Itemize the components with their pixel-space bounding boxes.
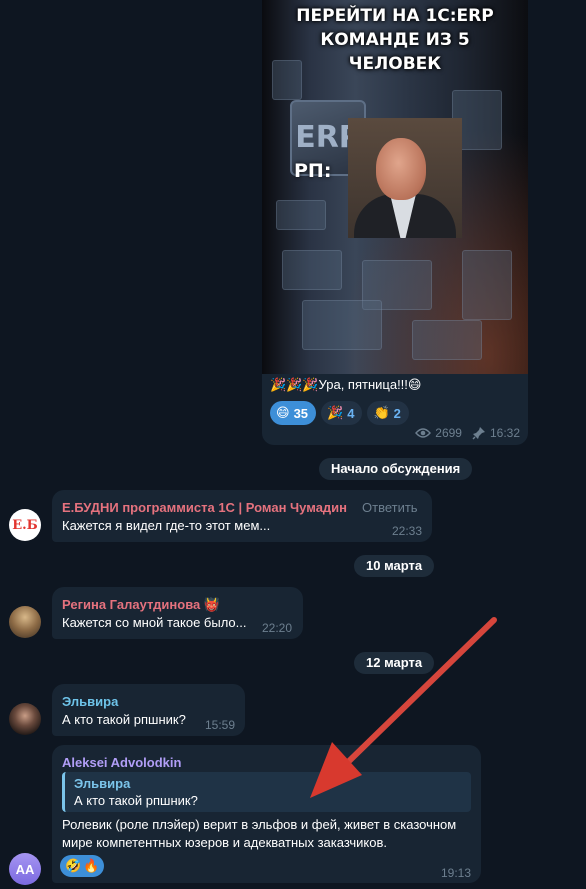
meme-person — [348, 118, 462, 238]
discussion-start-label: Начало обсуждения — [319, 458, 473, 480]
reaction-rofl: 🤣 — [65, 858, 82, 873]
reaction-laugh[interactable]: 😄 35 — [270, 401, 317, 425]
reaction-emoji: 😄 — [276, 405, 290, 420]
avatar[interactable]: Е.Б — [9, 509, 41, 541]
post-meta: 2699 16:32 — [408, 426, 520, 440]
message-text-line: мире компетентных юзеров и адекватных за… — [62, 835, 387, 850]
avatar-initials: AA — [15, 861, 35, 877]
reaction-fire: 🔥 — [83, 858, 100, 873]
post-text: 🎉🎉🎉Ура, пятница!!!😄 — [270, 377, 422, 392]
meme-caption: ПЕРЕЙТИ НА 1С:ERP КОМАНДЕ ИЗ 5 ЧЕЛОВЕК — [296, 6, 494, 74]
avatar[interactable]: AA — [9, 853, 41, 885]
sender-badge-icon: 👹 — [203, 597, 221, 612]
date-separator: 12 марта — [354, 652, 435, 674]
post-reactions: 😄 35 🎉 4 👏 2 — [270, 401, 409, 425]
sender-name: Регина Галаутдинова — [62, 597, 201, 612]
message-text: Кажется я видел где-то этот мем... — [62, 518, 271, 533]
message-bubble[interactable]: Aleksei Advolodkin Эльвира А кто такой р… — [52, 745, 481, 883]
avatar-logo: Е.Б — [12, 517, 38, 533]
message-time: 22:33 — [392, 524, 423, 538]
reply-button[interactable]: Ответить — [362, 500, 418, 515]
pin-icon — [472, 427, 485, 440]
reaction-emoji: 👏 — [373, 405, 390, 420]
meme-image[interactable]: ERP РП: ПЕРЕЙТИ НА 1С:ERP КОМАНДЕ ИЗ 5 Ч… — [262, 0, 528, 374]
message-text: Кажется со мной такое было... — [62, 615, 247, 630]
message-bubble[interactable]: Регина Галаутдинова 👹 Кажется со мной та… — [52, 587, 303, 639]
message-text-line: Ролевик (роле плэйер) верит в эльфов и ф… — [62, 817, 457, 832]
message-sender[interactable]: Aleksei Advolodkin — [62, 755, 181, 770]
reaction-count: 4 — [347, 405, 355, 421]
reaction-emoji: 🎉 — [327, 405, 344, 420]
quote-text: А кто такой рпшник? — [74, 793, 198, 808]
message-text: А кто такой рпшник? — [62, 712, 186, 727]
message-time: 22:20 — [262, 621, 293, 635]
reaction-clap[interactable]: 👏 2 — [367, 401, 409, 425]
reaction-count: 2 — [393, 405, 401, 421]
avatar[interactable] — [9, 703, 41, 735]
reaction-count: 35 — [293, 405, 309, 421]
post-time: 16:32 — [489, 426, 520, 440]
message-reactions[interactable]: 🤣 🔥 — [60, 855, 105, 877]
reply-quote[interactable]: Эльвира А кто такой рпшник? — [62, 772, 471, 812]
message-time: 15:59 — [205, 718, 236, 732]
date-separator: 10 марта — [354, 555, 435, 577]
message-bubble[interactable]: Е.БУДНИ программиста 1С | Роман Чумадин … — [52, 490, 432, 542]
meme-rp-label: РП: — [294, 160, 332, 182]
channel-post: ERP РП: ПЕРЕЙТИ НА 1С:ERP КОМАНДЕ ИЗ 5 Ч… — [262, 0, 528, 445]
reaction-party[interactable]: 🎉 4 — [321, 401, 363, 425]
quote-sender: Эльвира — [74, 776, 131, 791]
message-sender[interactable]: Эльвира — [62, 694, 118, 709]
message-bubble[interactable]: Эльвира А кто такой рпшник? 15:59 — [52, 684, 245, 736]
message-sender[interactable]: Е.БУДНИ программиста 1С | Роман Чумадин — [62, 500, 347, 515]
avatar[interactable] — [9, 606, 41, 638]
message-sender[interactable]: Регина Галаутдинова 👹 — [62, 597, 220, 613]
message-time: 19:13 — [441, 866, 472, 880]
post-views: 2699 — [435, 426, 462, 440]
eye-icon — [415, 428, 432, 438]
